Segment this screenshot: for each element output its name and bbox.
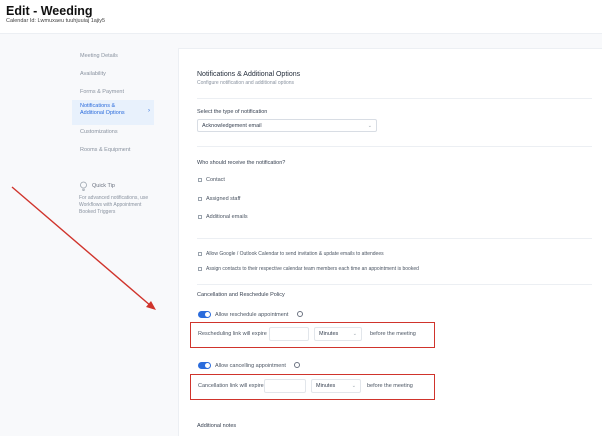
sidebar-item-label: Forms & Payment: [80, 89, 125, 95]
quick-tip-text: For advanced notifications, use Workflow…: [79, 195, 149, 215]
reschedule-suffix: before the meeting: [370, 331, 416, 337]
sidebar-item-label: Customizations: [80, 129, 118, 135]
additional-emails-option-label: Additional emails: [206, 214, 248, 220]
sidebar-item-rooms-equipment[interactable]: Rooms & Equipment: [72, 147, 154, 153]
divider: [197, 146, 592, 147]
notification-type-label: Select the type of notification: [197, 109, 268, 115]
divider: [197, 238, 592, 239]
sidebar-item-label: Notifications & Additional Options: [80, 103, 125, 116]
notification-type-value: Acknowledgement email: [202, 123, 262, 129]
reschedule-toggle-label: Allow reschedule appointment: [215, 312, 289, 318]
sidebar-item-customizations[interactable]: Customizations: [72, 129, 154, 135]
reschedule-toggle[interactable]: [198, 311, 211, 318]
info-icon[interactable]: [297, 311, 303, 317]
calendar-invite-option-label: Allow Google / Outlook Calendar to send …: [206, 251, 384, 257]
assigned-staff-checkbox[interactable]: [198, 197, 202, 201]
cancel-unit-value: Minutes: [316, 383, 336, 389]
assigned-staff-option-label: Assigned staff: [206, 196, 241, 202]
sidebar-item-forms-payment[interactable]: Forms & Payment: [72, 89, 154, 95]
toggle-knob: [205, 312, 210, 317]
quick-tip-title: Quick Tip: [92, 183, 115, 189]
cancel-amount-input[interactable]: [264, 379, 306, 393]
sidebar-item-label: Meeting Details: [80, 53, 118, 59]
contact-checkbox[interactable]: [198, 178, 202, 182]
divider: [197, 284, 592, 285]
cancel-toggle[interactable]: [198, 362, 211, 369]
reschedule-amount-input[interactable]: [269, 327, 309, 341]
chevron-right-icon: ›: [148, 108, 150, 114]
divider: [197, 98, 592, 99]
reschedule-unit-select[interactable]: Minutes ⌄: [314, 327, 362, 341]
reschedule-unit-value: Minutes: [319, 331, 339, 337]
chevron-down-icon: ⌄: [367, 123, 372, 129]
cancel-unit-select[interactable]: Minutes ⌄: [311, 379, 361, 393]
notification-type-select[interactable]: Acknowledgement email ⌄: [197, 119, 377, 132]
section-title: Notifications & Additional Options: [197, 71, 301, 78]
receivers-label: Who should receive the notification?: [197, 160, 286, 166]
calendar-id: Calendar Id: Lwmuxaeu tuuhjuuiaj 1ajiy5: [6, 18, 106, 24]
chevron-down-icon: ⌄: [351, 383, 356, 389]
additional-notes-label: Additional notes: [197, 423, 237, 429]
assign-contacts-option-label: Assign contacts to their respective cale…: [206, 266, 419, 272]
page-header: Edit - Weeding Calendar Id: Lwmuxaeu tuu…: [0, 0, 602, 34]
toggle-knob: [205, 363, 210, 368]
sidebar-item-meeting-details[interactable]: Meeting Details: [72, 53, 154, 59]
reschedule-expiry-label: Rescheduling link will expire: [198, 331, 267, 337]
lightbulb-icon: [79, 181, 88, 193]
cancel-expiry-label: Cancellation link will expire: [198, 383, 264, 389]
chevron-down-icon: ⌄: [352, 331, 357, 337]
sidebar-item-availability[interactable]: Availability: [72, 71, 154, 77]
policy-title: Cancellation and Reschedule Policy: [197, 292, 285, 298]
sidebar-item-label: Availability: [80, 71, 106, 77]
section-subtitle: Configure notification and additional op…: [197, 80, 295, 86]
cancel-suffix: before the meeting: [367, 383, 413, 389]
sidebar-item-label: Rooms & Equipment: [80, 147, 131, 153]
contact-option-label: Contact: [206, 177, 225, 183]
info-icon[interactable]: [294, 362, 300, 368]
additional-emails-checkbox[interactable]: [198, 215, 202, 219]
sidebar-item-notifications[interactable]: Notifications & Additional Options ›: [72, 100, 154, 125]
cancel-toggle-label: Allow cancelling appointment: [215, 363, 286, 369]
page-title: Edit - Weeding: [6, 4, 93, 18]
assign-contacts-checkbox[interactable]: [198, 267, 202, 271]
calendar-invite-checkbox[interactable]: [198, 252, 202, 256]
